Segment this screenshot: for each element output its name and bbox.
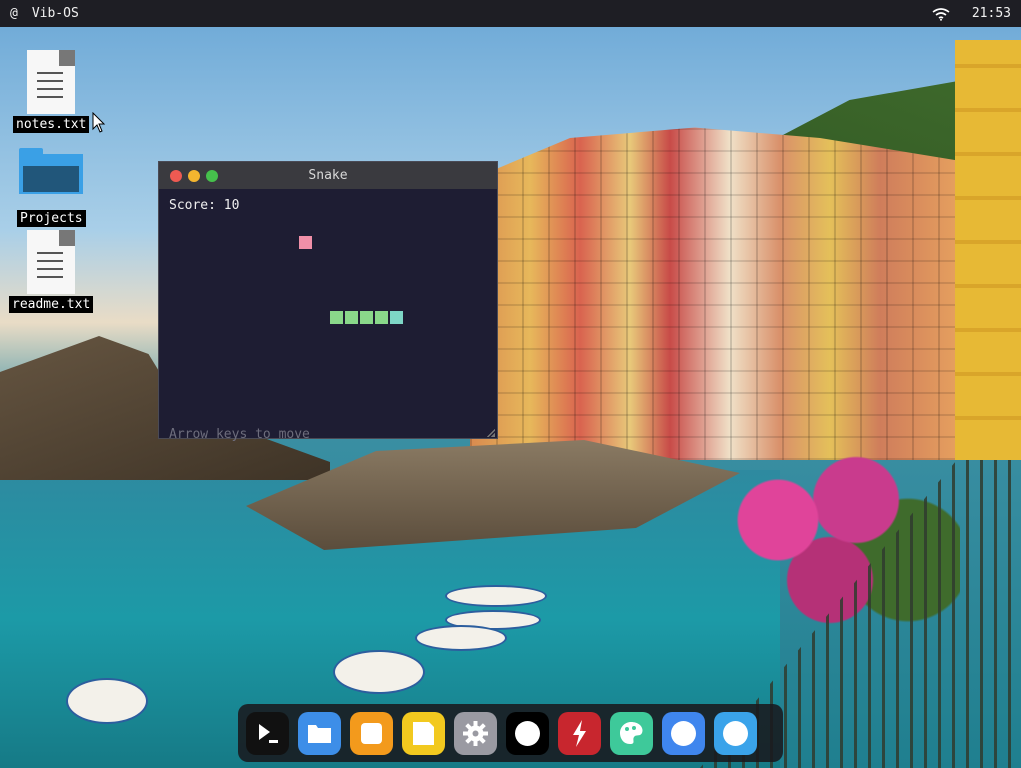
lightning-icon[interactable] [558,711,601,755]
game-canvas[interactable]: Score: 10 Arrow keys to move [159,189,497,442]
paint-palette-icon[interactable] [610,711,653,755]
desktop-icon-label: readme.txt [9,296,94,313]
snake-segment [375,311,388,324]
desktop-icon-projects[interactable]: Projects [17,148,86,227]
circle-app-icon[interactable] [714,711,757,755]
snake-window[interactable]: Snake Score: 10 Arrow keys to move [158,161,498,442]
desktop-icon-label: notes.txt [13,116,90,133]
window-title: Snake [308,168,348,183]
desktop-wallpaper [0,0,1021,768]
folder-icon[interactable] [298,711,341,755]
system-menu-button[interactable]: @ [10,6,18,21]
text-file-icon [27,230,76,294]
orange-app-icon[interactable] [350,711,393,755]
snake-segment [330,311,343,324]
circle-app-icon[interactable] [506,711,549,755]
os-name: Vib-OS [31,6,79,21]
mouse-cursor-icon [92,112,106,133]
wallpaper-town [470,127,970,460]
snake-segment [345,311,358,324]
resize-handle[interactable] [487,429,495,437]
snake-head [390,311,403,324]
terminal-icon[interactable] [246,711,289,755]
desktop-icon-notes[interactable]: notes.txt [13,50,90,133]
wallpaper-building [955,40,1021,460]
wallpaper-boat [445,585,547,607]
score-display: Score: 10 [169,198,240,213]
wallpaper-boat [66,678,148,724]
snake-segment [360,311,373,324]
controls-hint: Arrow keys to move [169,427,310,442]
wifi-icon[interactable] [932,7,950,21]
notes-icon[interactable] [402,711,445,755]
wallpaper-boat [333,650,425,694]
circle-app-icon[interactable] [662,711,705,755]
text-file-icon [27,50,76,114]
window-titlebar[interactable]: Snake [159,162,497,189]
dock [238,704,783,762]
desktop-icon-label: Projects [17,210,86,227]
snake-food [299,236,312,249]
folder-icon [19,148,84,196]
top-menu-bar: @ Vib-OS 21:53 [0,0,1021,27]
wallpaper-boat [415,625,507,651]
clock[interactable]: 21:53 [972,6,1011,21]
settings-gear-icon[interactable] [454,711,497,755]
desktop-icon-readme[interactable]: readme.txt [9,230,94,313]
